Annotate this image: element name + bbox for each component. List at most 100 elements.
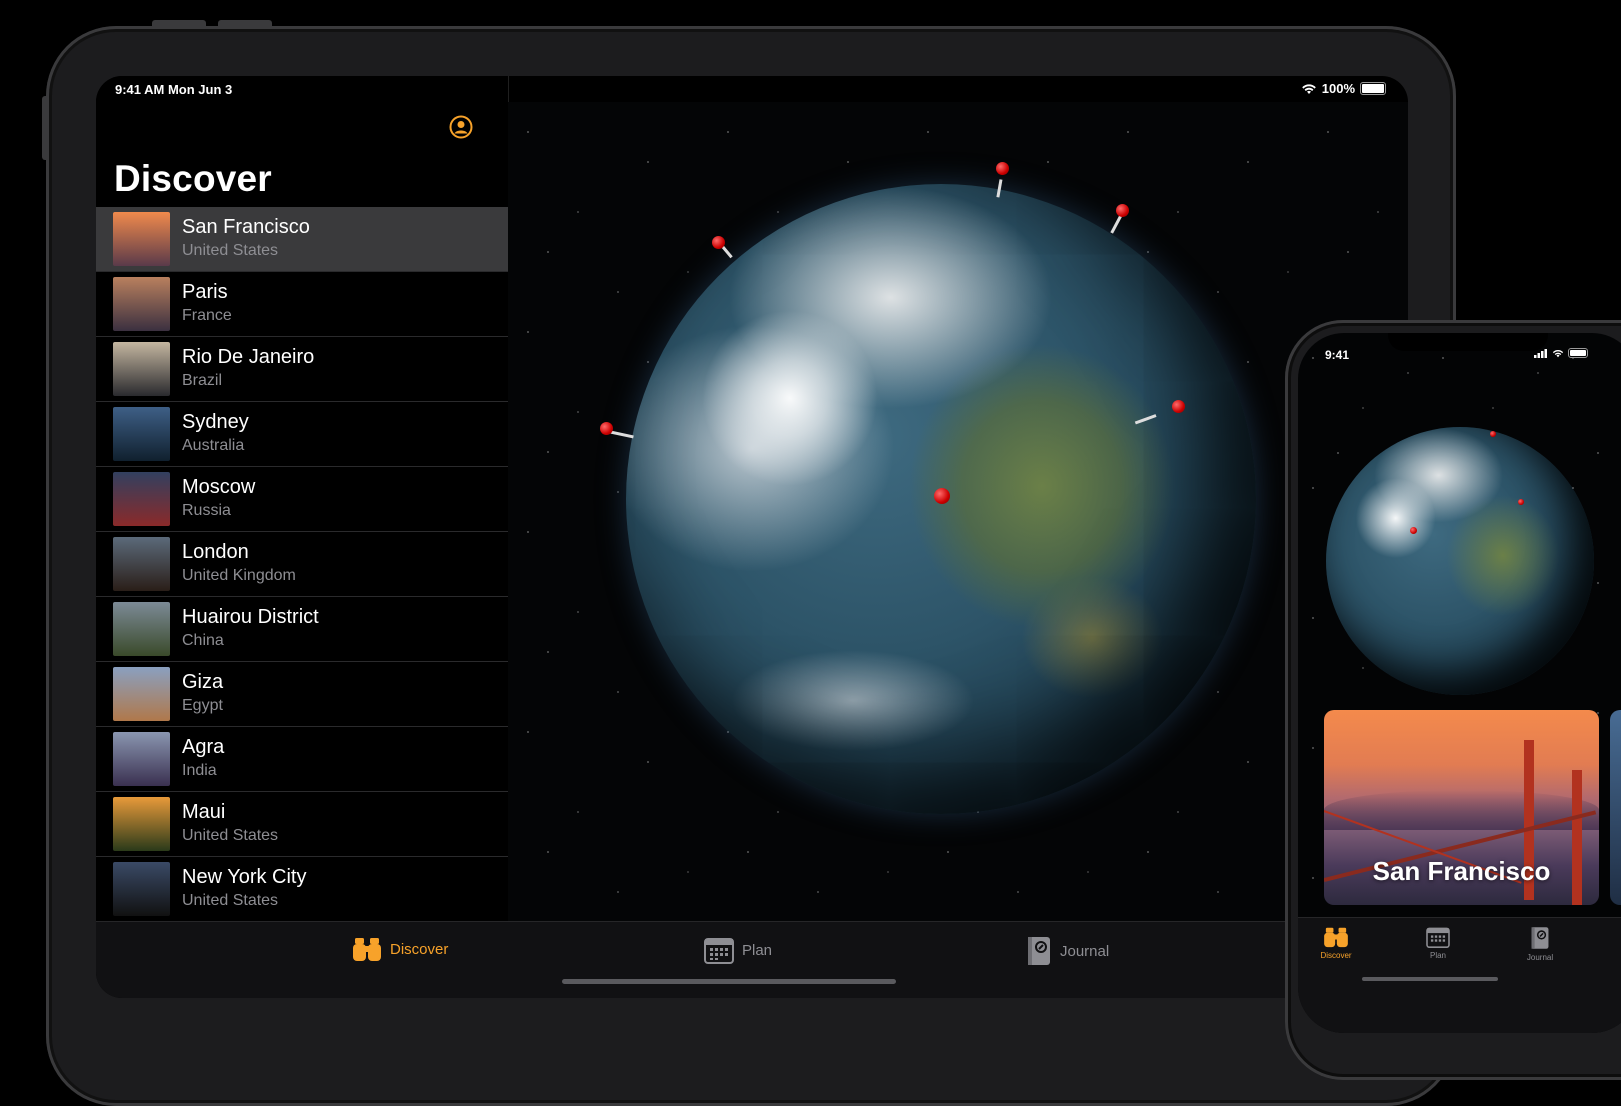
location-pin[interactable] <box>1490 431 1496 437</box>
location-row[interactable]: Paris France <box>96 272 508 337</box>
tab-label: Journal <box>1526 953 1554 962</box>
location-city: Paris <box>182 281 228 303</box>
wifi-icon <box>1301 83 1316 94</box>
location-country: United States <box>182 892 279 909</box>
location-row[interactable]: Huairou District China <box>96 597 508 662</box>
journal-icon <box>1028 937 1050 965</box>
binoculars-icon <box>1324 927 1348 948</box>
location-row[interactable]: New York City United States <box>96 857 508 921</box>
location-city: Sydney <box>182 411 249 433</box>
location-city: Rio De Janeiro <box>182 346 315 368</box>
location-row[interactable]: Agra India <box>96 727 508 792</box>
location-country: France <box>182 307 232 324</box>
ipad-side-button <box>42 96 48 160</box>
next-card-peek[interactable] <box>1610 710 1621 905</box>
location-thumbnail <box>113 342 170 396</box>
tab-discover[interactable]: Discover <box>352 936 448 962</box>
battery-icon <box>1568 348 1588 358</box>
profile-icon[interactable] <box>449 115 473 139</box>
tab-plan[interactable]: Plan <box>704 936 772 964</box>
location-country: Brazil <box>182 372 223 389</box>
location-thumbnail <box>113 537 170 591</box>
location-thumbnail <box>113 797 170 851</box>
location-row[interactable]: Giza Egypt <box>96 662 508 727</box>
destination-card[interactable]: San Francisco <box>1324 710 1599 905</box>
tab-journal[interactable]: Journal <box>1026 936 1109 966</box>
location-city: San Francisco <box>182 216 310 238</box>
tab-label: Journal <box>1060 942 1110 960</box>
location-thumbnail <box>113 212 170 266</box>
status-bar: 9:41 AM Mon Jun 3 100% <box>96 76 1408 102</box>
location-row[interactable]: Rio De Janeiro Brazil <box>96 337 508 402</box>
status-indicators <box>1534 348 1588 358</box>
status-time: 9:41 <box>1325 348 1350 362</box>
tab-label: Plan <box>1429 951 1446 960</box>
signal-icon <box>1534 348 1547 358</box>
calendar-icon <box>1426 927 1450 948</box>
location-thumbnail <box>113 407 170 461</box>
tab-label: Plan <box>742 941 773 959</box>
status-indicators: 100% <box>1301 81 1386 96</box>
location-city: London <box>182 541 249 563</box>
location-city: New York City <box>182 866 307 888</box>
ipad-top-button <box>218 20 272 26</box>
location-thumbnail <box>113 277 170 331</box>
location-thumbnail <box>113 602 170 656</box>
wifi-icon <box>1552 349 1564 357</box>
location-row[interactable]: London United Kingdom <box>96 532 508 597</box>
location-city: Agra <box>182 736 225 758</box>
tab-discover[interactable]: Discover <box>1306 926 1366 960</box>
location-city: Huairou District <box>182 606 319 628</box>
location-pin-selected[interactable] <box>934 488 950 504</box>
home-indicator[interactable] <box>562 979 896 984</box>
location-pin[interactable] <box>1172 400 1185 413</box>
battery-percent: 100% <box>1321 81 1355 96</box>
page-title: Discover <box>114 158 272 199</box>
location-country: India <box>182 762 217 779</box>
location-pin[interactable] <box>1518 499 1524 505</box>
status-time: 9:41 AM Mon Jun 3 <box>115 82 233 97</box>
home-indicator[interactable] <box>1362 977 1498 981</box>
location-city: Giza <box>182 671 224 693</box>
earth-globe[interactable] <box>1326 427 1594 695</box>
calendar-icon <box>704 938 734 964</box>
location-thumbnail <box>113 862 170 916</box>
location-thumbnail <box>113 667 170 721</box>
location-pin[interactable] <box>996 162 1009 175</box>
location-country: China <box>182 632 224 649</box>
location-country: United Kingdom <box>182 567 296 584</box>
location-country: United States <box>182 242 279 259</box>
location-country: Australia <box>182 437 245 454</box>
location-pin[interactable] <box>600 422 613 435</box>
location-country: Egypt <box>182 697 223 714</box>
iphone-screen: 9:41 San Francisco Discover Plan Journal <box>1298 333 1621 1033</box>
tab-bar: Discover Plan Journal <box>96 921 1408 998</box>
ipad-screen: 9:41 AM Mon Jun 3 100% Discover San Fran… <box>96 76 1408 998</box>
location-city: Moscow <box>182 476 256 498</box>
journal-icon <box>1531 927 1549 949</box>
location-row[interactable]: Moscow Russia <box>96 467 508 532</box>
location-thumbnail <box>113 732 170 786</box>
location-pin-selected[interactable] <box>1410 527 1417 534</box>
sidebar: Discover San Francisco United States Paris… <box>96 76 509 921</box>
location-thumbnail <box>113 472 170 526</box>
location-pin[interactable] <box>712 236 725 249</box>
location-country: Russia <box>182 502 231 519</box>
tab-journal[interactable]: Journal <box>1510 926 1570 962</box>
location-row[interactable]: Sydney Australia <box>96 402 508 467</box>
ipad-top-button <box>152 20 206 26</box>
tab-bar: Discover Plan Journal <box>1298 917 1621 1033</box>
location-row[interactable]: Maui United States <box>96 792 508 857</box>
tab-plan[interactable]: Plan <box>1408 926 1468 960</box>
location-list: San Francisco United States Paris France Rio… <box>96 207 508 921</box>
notch <box>1388 333 1548 351</box>
globe-view[interactable] <box>508 102 1408 921</box>
location-pin[interactable] <box>1116 204 1129 217</box>
binoculars-icon <box>353 938 381 961</box>
location-country: United States <box>182 827 279 844</box>
location-city: Maui <box>182 801 226 823</box>
card-title: San Francisco <box>1372 856 1551 886</box>
tab-label: Discover <box>390 940 449 958</box>
battery-icon <box>1360 82 1386 95</box>
location-row[interactable]: San Francisco United States <box>96 207 508 272</box>
